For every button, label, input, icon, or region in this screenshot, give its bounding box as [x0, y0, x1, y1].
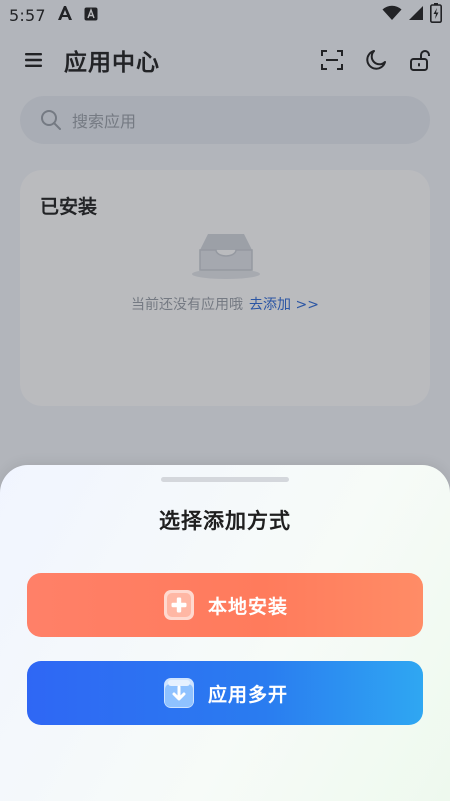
sheet-title: 选择添加方式	[159, 509, 291, 533]
plus-box-icon	[162, 588, 196, 622]
app-clone-label: 应用多开	[207, 683, 288, 706]
screen: 5:57 应用中心 搜索应用 已安装 当前还没有应用哦 去添加 >> 选择添加方…	[0, 0, 450, 801]
local-install-button[interactable]: 本地安装	[27, 573, 423, 637]
sheet-drag-handle[interactable]	[161, 477, 289, 482]
add-method-bottom-sheet: 选择添加方式 本地安装 应用多开	[0, 465, 450, 801]
local-install-label: 本地安装	[207, 595, 288, 618]
download-box-icon	[162, 676, 196, 710]
app-clone-button[interactable]: 应用多开	[27, 661, 423, 725]
